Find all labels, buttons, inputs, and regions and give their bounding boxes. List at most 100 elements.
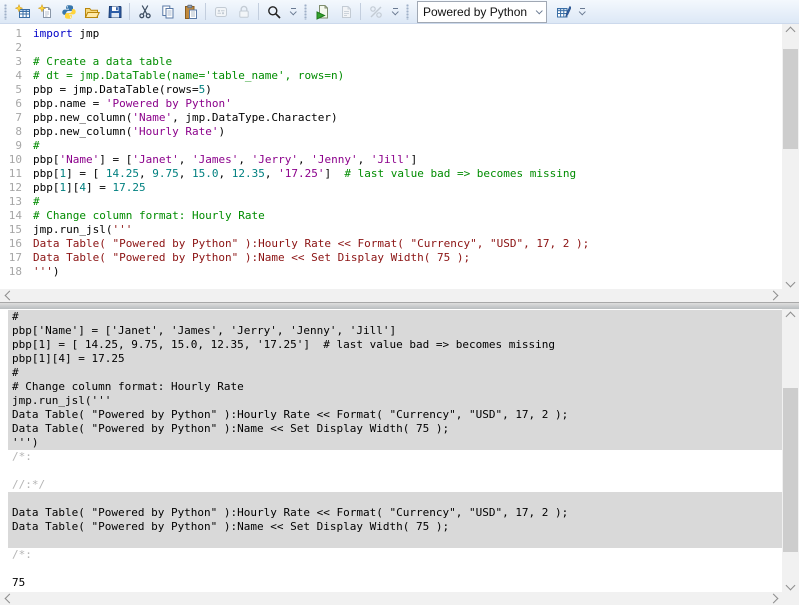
toolbar-separator <box>258 3 259 20</box>
code-line: 6 pbp.name = 'Powered by Python' <box>0 97 782 111</box>
log-line: Data Table( "Powered by Python" ):Name <… <box>12 422 450 435</box>
search-icon[interactable] <box>262 1 285 23</box>
python-icon[interactable] <box>57 1 80 23</box>
line-number: 7 <box>15 111 22 124</box>
language-combobox[interactable]: Powered by Python <box>417 0 547 23</box>
code-line: 8 pbp.new_column('Hourly Rate') <box>0 125 782 139</box>
language-combobox-value: Powered by Python <box>423 4 528 19</box>
log-line: //:*/ <box>12 478 46 491</box>
log-block: /*: //:*/ <box>8 450 782 492</box>
copy-icon[interactable] <box>156 1 179 23</box>
code-line: 7 pbp.new_column('Name', jmp.DataType.Cha… <box>0 111 782 125</box>
code-text: # <box>33 139 40 152</box>
line-number: 16 <box>8 237 22 250</box>
code-line: 18 ''') <box>0 265 782 279</box>
toolbar-overflow-button[interactable] <box>389 2 402 22</box>
toolbar-grip[interactable] <box>406 3 409 20</box>
toolbar-overflow-button[interactable] <box>576 2 589 22</box>
log-block: /*: 75 <box>8 548 782 590</box>
open-icon[interactable] <box>80 1 103 23</box>
log-block: Data Table( "Powered by Python" ):Hourly… <box>8 492 782 548</box>
line-number: 9 <box>15 139 22 152</box>
code-line: 10 pbp['Name'] = ['Janet', 'James', 'Jerr… <box>0 153 782 167</box>
scroll-down-icon[interactable] <box>782 275 799 289</box>
scroll-left-icon[interactable] <box>2 592 16 605</box>
code-line: 9 # <box>0 139 782 153</box>
code-text: import jmp <box>33 27 100 40</box>
scroll-down-icon[interactable] <box>782 578 799 592</box>
code-line: 11 pbp[1] = [ 14.25, 9.75, 15.0, 12.35, '… <box>0 167 782 181</box>
toolbar: Powered by Python <box>0 0 799 24</box>
code-text: # Change column format: Hourly Rate <box>33 209 265 222</box>
log-line: /*: <box>12 548 32 561</box>
line-number: 8 <box>15 125 22 138</box>
scroll-right-icon[interactable] <box>766 289 780 302</box>
toolbar-grip[interactable] <box>4 3 7 20</box>
properties-icon <box>209 1 232 23</box>
line-number: 3 <box>15 55 22 68</box>
code-line: 5 pbp = jmp.DataTable(rows=5) <box>0 83 782 97</box>
code-text: pbp = jmp.DataTable(rows=5) <box>33 83 212 96</box>
cut-icon[interactable] <box>133 1 156 23</box>
code-line: 3 # Create a data table <box>0 55 782 69</box>
log-line: pbp['Name'] = ['Janet', 'James', 'Jerry'… <box>12 324 397 337</box>
line-number: 18 <box>8 265 22 278</box>
pane-splitter[interactable] <box>0 302 799 309</box>
code-line: 15 jmp.run_jsl(''' <box>0 223 782 237</box>
scroll-right-icon[interactable] <box>766 592 780 605</box>
log-line: pbp[1] = [ 14.25, 9.75, 15.0, 12.35, '17… <box>12 338 556 351</box>
line-number: 1 <box>15 27 22 40</box>
run-script-icon[interactable] <box>311 1 334 23</box>
new-script-icon[interactable] <box>34 1 57 23</box>
scrollbar-corner <box>782 289 799 302</box>
toolbar-group <box>2 0 302 24</box>
toolbar-overflow-button[interactable] <box>287 2 300 22</box>
code-text: pbp.new_column('Hourly Rate') <box>33 125 226 138</box>
code-text: # <box>33 195 40 208</box>
log-vertical-scrollbar <box>782 309 799 592</box>
toolbar-group <box>302 0 404 24</box>
log-line: Data Table( "Powered by Python" ):Hourly… <box>12 506 569 519</box>
script-editor[interactable]: 1 import jmp 2 3 # Create a data table 4 # dt … <box>0 24 782 289</box>
save-icon[interactable] <box>103 1 126 23</box>
make-data-table-icon[interactable] <box>551 1 574 23</box>
code-line: 4 # dt = jmp.DataTable(name='table_name',… <box>0 69 782 83</box>
code-text: Data Table( "Powered by Python" ):Name <… <box>33 251 471 264</box>
editor-horizontal-scrollbar <box>0 289 782 302</box>
code-text: pbp.name = 'Powered by Python' <box>33 97 232 110</box>
log-line: jmp.run_jsl(''' <box>12 394 112 407</box>
editor-vscroll-thumb[interactable] <box>783 49 798 149</box>
code-line: 12 pbp[1][4] = 17.25 <box>0 181 782 195</box>
log-line: 75 <box>12 576 26 589</box>
scroll-up-icon[interactable] <box>782 24 799 38</box>
line-number: 14 <box>8 209 22 222</box>
log-line: # <box>12 310 19 323</box>
toolbar-group: Powered by Python <box>404 0 591 24</box>
code-text: # Create a data table <box>33 55 173 68</box>
log-line: # <box>12 366 19 379</box>
log-line: # Change column format: Hourly Rate <box>12 380 244 393</box>
jmp-script-window: Powered by Python 1 import jmp 2 3 # Create … <box>0 0 799 605</box>
code-text: pbp[1] = [ 14.25, 9.75, 15.0, 12.35, '17… <box>33 167 577 180</box>
code-line: 17 Data Table( "Powered by Python" ):Name… <box>0 251 782 265</box>
log-vscroll-thumb[interactable] <box>783 388 798 552</box>
log-line: pbp[1][4] = 17.25 <box>12 352 125 365</box>
new-data-table-icon[interactable] <box>11 1 34 23</box>
toolbar-grip[interactable] <box>304 3 307 20</box>
toolbar-separator <box>205 3 206 20</box>
log-output[interactable]: # pbp['Name'] = ['Janet', 'James', 'Jerry… <box>0 309 782 592</box>
code-line: 1 import jmp <box>0 27 782 41</box>
line-number: 12 <box>8 181 22 194</box>
log-pane: # pbp['Name'] = ['Janet', 'James', 'Jerry… <box>0 309 799 605</box>
line-number: 5 <box>15 83 22 96</box>
code-line: 16 Data Table( "Powered by Python" ):Hour… <box>0 237 782 251</box>
line-number: 2 <box>15 41 22 54</box>
scroll-left-icon[interactable] <box>2 289 16 302</box>
paste-icon[interactable] <box>179 1 202 23</box>
toolbar-separator <box>129 3 130 20</box>
code-text: ''') <box>33 265 60 278</box>
scroll-up-icon[interactable] <box>782 309 799 323</box>
